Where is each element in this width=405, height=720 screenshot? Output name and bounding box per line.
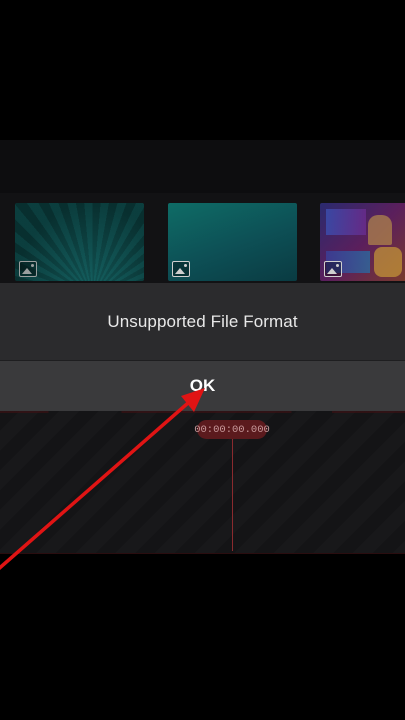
- error-dialog: Unsupported File Format OK: [0, 283, 405, 411]
- timecode-badge: 00:00:00.000: [194, 420, 270, 439]
- status-area: [0, 0, 405, 140]
- dialog-message: Unsupported File Format: [107, 311, 298, 331]
- thumbnail-artwork: [368, 215, 392, 245]
- media-thumbnails: [0, 193, 405, 283]
- screen: Unsupported File Format OK 00:00:00.000: [0, 0, 405, 720]
- bottom-divider: [0, 553, 405, 554]
- thumbnail-artwork: [326, 209, 366, 235]
- bottom-area: [0, 553, 405, 720]
- thumbnail-artwork: [374, 247, 402, 277]
- image-icon: [19, 261, 37, 277]
- media-thumbnail[interactable]: [320, 203, 405, 281]
- media-thumbnail[interactable]: [168, 203, 297, 281]
- timeline[interactable]: 00:00:00.000: [0, 411, 405, 553]
- image-icon: [324, 261, 342, 277]
- timeline-track-edge: [0, 411, 405, 413]
- media-thumbnail[interactable]: [15, 203, 144, 281]
- playhead[interactable]: [232, 439, 233, 551]
- ok-button[interactable]: OK: [0, 361, 405, 411]
- media-tabs-strip: [0, 140, 405, 193]
- image-icon: [172, 261, 190, 277]
